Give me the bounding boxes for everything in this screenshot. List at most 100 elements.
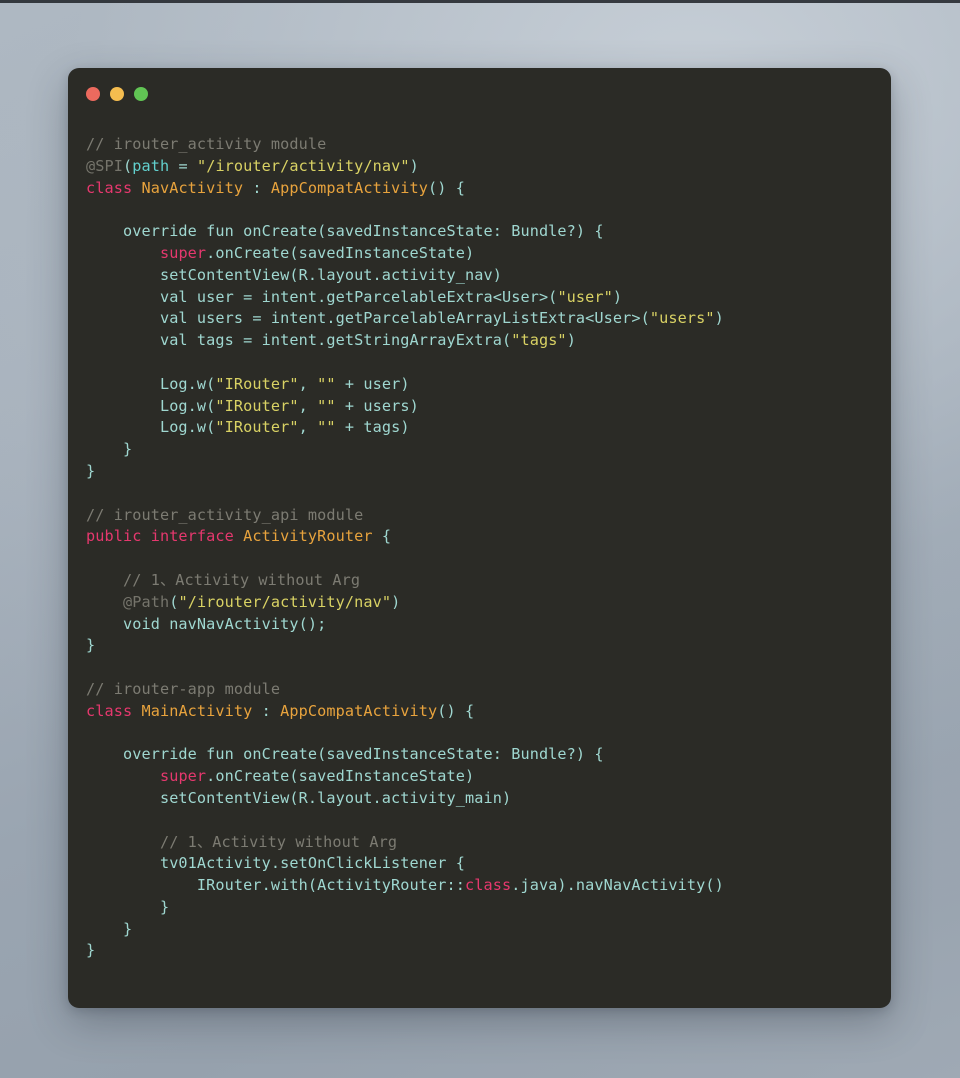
code-line: void navNavActivity(); [86, 614, 891, 636]
token-id: : [252, 701, 281, 720]
code-line: // 1、Activity without Arg [86, 570, 891, 592]
token-id: override fun onCreate(savedInstanceState… [86, 745, 604, 764]
token-str: "IRouter" [215, 374, 299, 393]
token-str: "/irouter/activity/nav" [196, 156, 410, 175]
token-kw: super [159, 243, 207, 262]
token-id: Log.w( [86, 374, 216, 393]
token-id: ) [714, 309, 724, 328]
token-id: , [298, 374, 318, 393]
token-id: ( [122, 156, 133, 175]
token-str: "users" [649, 309, 715, 328]
token-id: override fun onCreate(savedInstanceState… [86, 222, 604, 241]
token-id: + user) [335, 374, 410, 393]
token-kw: public interface [86, 527, 234, 546]
token-id [86, 593, 123, 611]
token-type: AppCompatActivity [270, 178, 429, 197]
code-line: // irouter_activity_api module [86, 505, 891, 527]
code-line: super.onCreate(savedInstanceState) [86, 766, 891, 788]
token-str: "" [317, 418, 336, 437]
token-id: { [372, 527, 392, 546]
token-kw: class [86, 701, 133, 720]
code-line: @SPI(path = "/irouter/activity/nav") [86, 156, 891, 178]
code-line: IRouter.with(ActivityRouter::class.java)… [86, 875, 891, 897]
token-type: AppCompatActivity [280, 701, 438, 720]
token-kw: class [86, 178, 133, 197]
code-line: val user = intent.getParcelableExtra<Use… [86, 287, 891, 309]
token-id: } [86, 941, 96, 960]
token-str: "" [317, 396, 336, 415]
code-line: } [86, 919, 891, 941]
token-str: "user" [557, 287, 613, 306]
token-id [86, 767, 160, 785]
code-line: class MainActivity : AppCompatActivity()… [86, 701, 891, 723]
code-area[interactable]: // irouter_activity module @SPI(path = "… [68, 126, 891, 1008]
code-line: public interface ActivityRouter { [86, 526, 891, 548]
token-id: .java).navNavActivity() [511, 876, 724, 895]
token-id [234, 527, 243, 545]
token-id: + users) [335, 396, 419, 415]
token-id: .onCreate(savedInstanceState) [206, 767, 475, 786]
token-id: : [243, 178, 271, 197]
token-com: // 1、Activity without Arg [86, 570, 361, 589]
token-kw: class [465, 876, 512, 895]
token-id: ) [409, 156, 419, 175]
code-line: setContentView(R.layout.activity_nav) [86, 265, 891, 287]
code-line: // 1、Activity without Arg [86, 832, 891, 854]
token-anno: @SPI [86, 156, 123, 175]
token-anno: @Path [122, 592, 170, 611]
code-snippet-window: // irouter_activity module @SPI(path = "… [68, 68, 891, 1008]
token-id: Log.w( [86, 418, 216, 437]
code-line: class NavActivity : AppCompatActivity() … [86, 178, 891, 200]
token-id: , [298, 396, 318, 415]
maximize-button[interactable] [134, 87, 148, 101]
token-str: "/irouter/activity/nav" [178, 592, 392, 611]
code-line: override fun onCreate(savedInstanceState… [86, 744, 891, 766]
token-id: + tags) [335, 418, 410, 437]
code-line: } [86, 635, 891, 657]
token-id: , [298, 418, 318, 437]
token-id: IRouter.with(ActivityRouter:: [86, 876, 465, 895]
token-id: setContentView(R.layout.activity_main) [86, 788, 512, 807]
token-com: // irouter_activity module [86, 135, 327, 153]
token-type: ActivityRouter [243, 527, 373, 546]
token-id: () { [428, 178, 466, 197]
token-str: "IRouter" [215, 418, 299, 437]
token-id: val tags = intent.getStringArrayExtra( [86, 331, 512, 350]
token-id: () { [437, 701, 475, 720]
token-id: tv01Activity.setOnClickListener { [86, 854, 465, 873]
token-id: .onCreate(savedInstanceState) [206, 243, 475, 262]
token-com: // 1、Activity without Arg [86, 832, 398, 851]
token-id: setContentView(R.layout.activity_nav) [86, 265, 502, 284]
window-titlebar [86, 87, 148, 101]
code-line: super.onCreate(savedInstanceState) [86, 243, 891, 265]
code-line: tv01Activity.setOnClickListener { [86, 853, 891, 875]
code-line: Log.w("IRouter", "" + users) [86, 396, 891, 418]
token-com: // irouter_activity_api module [86, 505, 364, 524]
minimize-button[interactable] [110, 87, 124, 101]
token-id: val users = intent.getParcelableArrayLis… [86, 309, 650, 328]
token-id: } [86, 897, 170, 916]
code-line: } [86, 461, 891, 483]
code-line: setContentView(R.layout.activity_main) [86, 788, 891, 810]
token-type: NavActivity [141, 178, 244, 197]
token-id: } [86, 919, 133, 938]
token-id [86, 244, 160, 262]
token-id: = [169, 156, 197, 175]
token-id: } [86, 636, 96, 655]
code-line: override fun onCreate(savedInstanceState… [86, 221, 891, 243]
token-id: } [86, 440, 133, 459]
token-prop: path [132, 156, 170, 175]
token-id: Log.w( [86, 396, 216, 415]
token-type: MainActivity [141, 701, 253, 720]
code-line: } [86, 940, 891, 962]
code-line: // irouter_activity module [86, 134, 891, 156]
token-str: "tags" [511, 331, 567, 350]
close-button[interactable] [86, 87, 100, 101]
